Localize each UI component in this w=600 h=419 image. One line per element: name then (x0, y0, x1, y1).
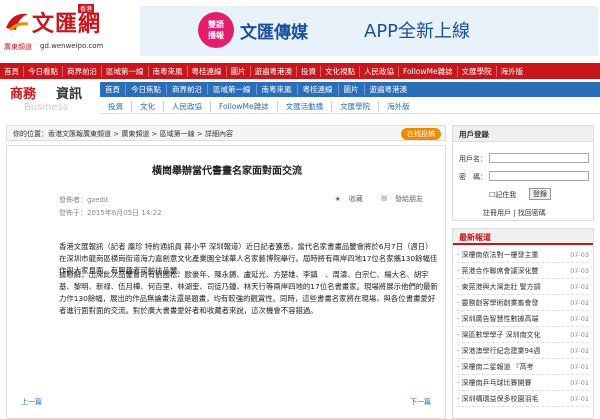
star-icon: ★ (334, 195, 341, 203)
site-url: gd.wenweipo.com (40, 42, 104, 50)
section-nav-item[interactable]: 首頁 (100, 84, 126, 95)
news-item[interactable]: 深港澳學行紀念建業94週07-02 (457, 343, 589, 359)
section-nav-secondary: 投資 文化 人民政協 FollowMe雜誌 文匯活動播 文匯學院 海外版 (100, 99, 600, 114)
banner-slogan: APP全新上線 (364, 21, 471, 42)
banner-badge: 雙語 播報 (198, 12, 234, 48)
breadcrumb: 你的位置：香港文匯報廣東頻道 > 廣東頻道 > 區域第一線 > 詳細內容 在线投… (6, 125, 446, 141)
section-nav-primary: 首頁 今日焦點 商界前沿 區域第一線 南粵來風 粵桂連線 圖片 遊遍粵港澳 (100, 82, 600, 97)
article-actions: ★ 收藏 ✉ 發給朋友 (319, 194, 423, 204)
article-time: 發佈于：2015年6月05日 14:22 (59, 209, 162, 217)
article-author: 發佈者：gzedit (59, 196, 109, 204)
news-item[interactable]: 深圳廣告智慧性數據高端07-02 (457, 311, 589, 327)
news-item[interactable]: 深樓南二星報道 『高考07-01 (457, 359, 589, 375)
section-subnav-item[interactable]: 文化 (132, 100, 164, 112)
article-paragraph: 據瞭解，出席此次品鑒會的有劉國松、歐豪年、陳永鏘、盧延光、方楚雄、李鎮 、周濤、… (59, 270, 438, 315)
news-item[interactable]: 灣區數學學子 深圳南文化07-02 (457, 327, 589, 343)
next-article-link[interactable]: 下一篇 (410, 397, 431, 407)
favorite-button[interactable]: ★ 收藏 (327, 195, 363, 203)
login-button[interactable]: 登錄 (529, 188, 551, 200)
breadcrumb-text[interactable]: 你的位置：香港文匯報廣東頻道 > 廣東頻道 > 區域第一線 > 詳細內容 (13, 130, 233, 138)
logo-swirl-icon (6, 13, 29, 32)
main-nav-item[interactable]: 圖片 (227, 65, 251, 77)
news-item[interactable]: 深樓南依法對一樓發主重07-03 (457, 247, 589, 263)
login-box: 用戶登錄 用戶名： 密 碼： ☐記住我 登錄 註冊用戶 | 找回密碼 (452, 125, 594, 221)
news-item[interactable]: 深樓南乒乓球比賽開賽07-01 (457, 375, 589, 391)
username-input[interactable] (489, 153, 589, 163)
account-links[interactable]: 註冊用戶 | 找回密碼 (483, 208, 546, 218)
main-nav-item[interactable]: 今日看點 (24, 65, 63, 77)
section-nav-item[interactable]: 圖片 (339, 84, 365, 95)
logo-badge: 香港 (78, 4, 95, 13)
section-nav-item[interactable]: 區域第一線 (208, 84, 257, 95)
share-icon: ✉ (381, 195, 387, 203)
article: 横崗舉辦當代書畫名家面對面交流 發佈者：gzedit 發佈于：2015年6月05… (6, 145, 446, 419)
main-nav-item[interactable]: 南粵來風 (149, 65, 188, 77)
main-nav-item[interactable]: 商界前沿 (63, 65, 102, 77)
remember-me-checkbox[interactable]: ☐記住我 (489, 190, 516, 200)
banner-brand: 文匯傳媒 (240, 23, 308, 43)
login-title: 用戶登錄 (453, 126, 593, 142)
latest-news: 最新報道 深樓南依法對一樓發主重07-03 莞港合作聯席會議深化雙07-03 東… (452, 228, 594, 419)
main-nav-item[interactable]: 人民政協 (360, 65, 399, 77)
submit-article-button[interactable]: 在线投稿 (401, 128, 441, 140)
news-item[interactable]: 深圳構環益保多校園羽毛07-01 (457, 391, 589, 407)
section-nav-item[interactable]: 南粵來風 (257, 84, 298, 95)
section-subnav-item[interactable]: 人民政協 (164, 100, 211, 112)
main-nav-item[interactable]: 區域第一線 (102, 65, 149, 77)
latest-news-title: 最新報道 (453, 229, 593, 245)
site-header: 文匯網 香港 廣東頻道 gd.wenweipo.com 雙語 播報 文匯傳媒 AP… (0, 0, 600, 62)
main-nav-item[interactable]: 首頁 (0, 65, 24, 77)
news-item[interactable]: 靈務創客學術創業畜會發07-02 (457, 295, 589, 311)
section-nav-item[interactable]: 今日焦點 (126, 84, 167, 95)
news-list: 深樓南依法對一樓發主重07-03 莞港合作聯席會議深化雙07-03 東莞港與大灣… (453, 245, 593, 409)
main-nav-item[interactable]: 文化視點 (321, 65, 360, 77)
share-button[interactable]: ✉ 發給朋友 (373, 195, 423, 203)
main-nav-item[interactable]: 遊遍粵港澳 (251, 65, 297, 77)
section-nav-item[interactable]: 粵桂連線 (298, 84, 339, 95)
main-nav-item[interactable]: 粵桂連線 (188, 65, 227, 77)
site-logo[interactable]: 文匯網 香港 廣東頻道 gd.wenweipo.com (2, 4, 122, 58)
section-nav-item[interactable]: 遊遍粵港澳 (365, 84, 413, 95)
news-item[interactable]: 東莞港與大灣走壯 警方調07-02 (457, 279, 589, 295)
main-nav-item[interactable]: FollowMe雜誌 (399, 65, 458, 77)
section-subnav-item[interactable]: 海外版 (379, 101, 418, 112)
main-nav-item[interactable]: 投資 (297, 65, 321, 77)
section-subnav-item[interactable]: 文匯活動播 (278, 100, 333, 112)
section-brand: 商務 資訊 Business (0, 80, 100, 116)
username-label: 用戶名： (459, 155, 487, 163)
main-nav-item[interactable]: 文匯學院 (458, 65, 497, 77)
prev-article-link[interactable]: 上一篇 (21, 397, 42, 407)
section-subnav-item[interactable]: 投資 (100, 100, 132, 112)
password-label: 密 碼： (459, 173, 487, 181)
section-subnav-item[interactable]: 文匯學院 (332, 100, 380, 112)
main-nav: 首頁 今日看點 商界前沿 區域第一線 南粵來風 粵桂連線 圖片 遊遍粵港澳 投資… (0, 63, 600, 79)
news-item[interactable]: 莞港合作聯席會議深化雙07-03 (457, 263, 589, 279)
section-subnav-item[interactable]: FollowMe雜誌 (211, 100, 278, 112)
channel-name: 廣東頻道 (4, 43, 32, 51)
article-title: 横崗舉辦當代書畫名家面對面交流 (152, 166, 302, 177)
app-banner[interactable]: 雙語 播報 文匯傳媒 APP全新上線 (140, 6, 598, 56)
section-header: 商務 資訊 Business 首頁 今日焦點 商界前沿 區域第一線 南粵來風 粵… (0, 80, 600, 116)
section-nav-item[interactable]: 商界前沿 (167, 84, 208, 95)
main-nav-item[interactable]: 海外版 (497, 66, 528, 77)
password-input[interactable] (489, 171, 589, 181)
